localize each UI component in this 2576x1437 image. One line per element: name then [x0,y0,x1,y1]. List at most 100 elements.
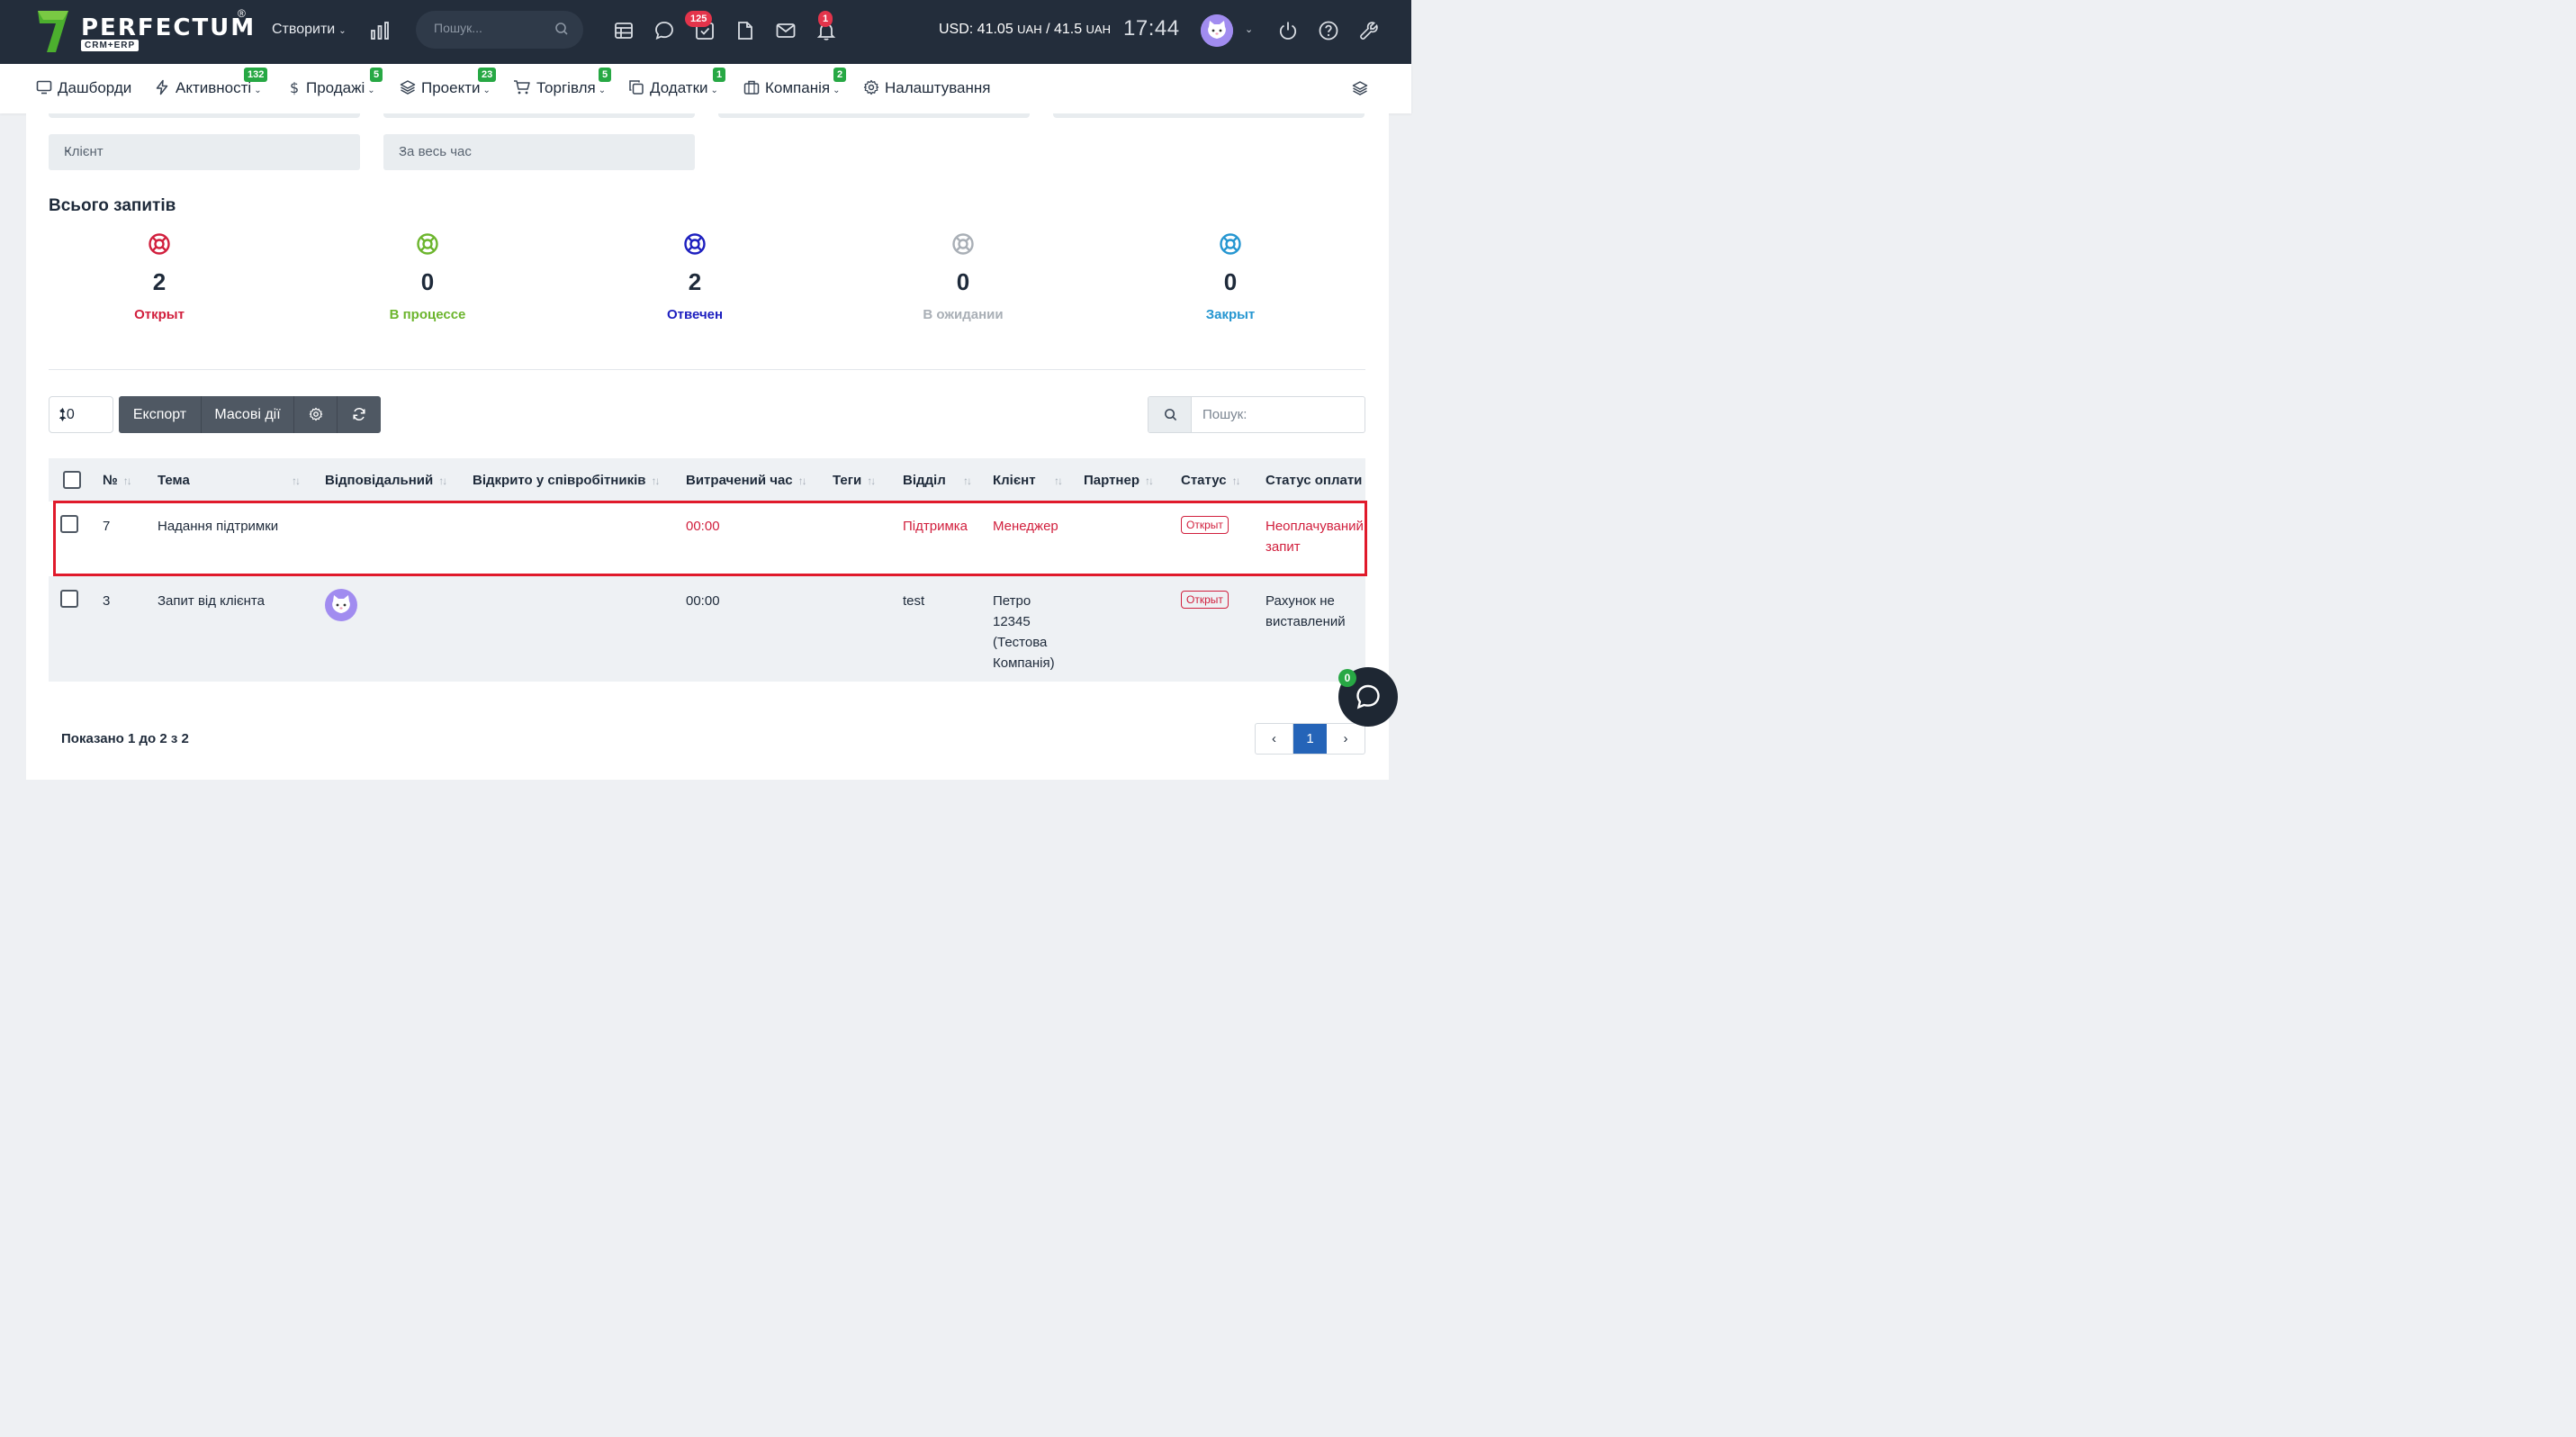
global-search[interactable] [416,11,583,49]
filter-select-partial[interactable] [1053,113,1365,118]
perfectum-logo[interactable]: PERFECTUM ® CRM+ERP [36,7,254,56]
client-link[interactable]: Петро 12345 (Тестова Компанія) [993,591,1055,673]
table-actions-group: Експорт Масові дії [119,396,381,433]
payment-status-line: виставлений [1265,614,1346,629]
nav-item-projects[interactable]: Проекти ⌄ [400,79,491,97]
nav-item-label: Продажі [306,79,365,96]
nav-item-label: Торгівля [536,79,596,96]
user-avatar[interactable] [1201,14,1233,47]
period-filter-select[interactable]: За весь час ⌄ [383,134,695,170]
row-checkbox[interactable] [60,515,78,533]
column-header-tags[interactable]: Теги ↑↓ [833,473,876,488]
layers-icon [400,80,416,95]
filter-select-partial[interactable] [718,113,1030,118]
column-header-time-spent[interactable]: Витрачений час ↑↓ [686,473,807,488]
column-header-open-for-employees[interactable]: Відкрито у співробітників ↑↓ [473,473,660,488]
column-header-department[interactable]: Відділ [903,473,946,488]
column-header-subject[interactable]: Тема [158,473,190,488]
chat-bubble-icon [1356,684,1380,709]
status-badge: Открыт [1181,591,1229,609]
nav-item-trade[interactable]: Торгівля ⌄ [513,79,606,97]
nav-item-addons[interactable]: Додатки ⌄ [628,79,718,97]
trade-count-badge: 5 [599,68,612,82]
column-header-responsible[interactable]: Відповідальний ↑↓ [325,473,447,488]
column-header-payment-status[interactable]: Статус оплати [1265,473,1362,488]
bar-chart-icon[interactable] [369,20,391,41]
ticket-subject-link[interactable]: Запит від клієнта [158,591,265,611]
create-label: Створити [272,22,336,37]
table-search-input[interactable] [1202,407,1356,422]
up-down-arrows-icon: ▲ ▼ [59,405,67,423]
sort-icon: ↑↓ [1145,474,1154,487]
column-header-number[interactable]: № ↑↓ [103,473,132,488]
client-link[interactable]: Менеджер [993,516,1058,537]
briefcase-icon [743,80,760,95]
select-all-checkbox[interactable] [63,471,81,489]
sort-icon[interactable]: ↑↓ [1054,474,1063,487]
column-header-client[interactable]: Клієнт [993,473,1036,488]
ticket-number[interactable]: 3 [103,591,110,611]
sort-icon[interactable]: ↑↓ [963,474,972,487]
lifebuoy-icon [1220,233,1241,255]
summary-title: Всього запитів [49,196,176,215]
pagination-info: Показано 1 до 2 з 2 [61,731,189,746]
currency-unit-1: UAH [1017,23,1042,36]
refresh-button[interactable] [338,396,381,433]
currency-unit-2: UAH [1085,23,1111,36]
stat-closed[interactable]: 0 Закрыт [1140,232,1320,322]
payment-status-line: Неоплачуваний [1265,519,1364,534]
user-menu-chevron-icon[interactable]: ⌄ [1245,23,1253,35]
calendar-grid-icon[interactable] [613,20,635,41]
nav-item-company[interactable]: Компанія ⌄ [743,79,840,97]
mail-icon[interactable] [775,20,797,41]
export-button[interactable]: Експорт [119,396,202,433]
stat-in-progress[interactable]: 0 В процессе [338,232,518,322]
global-search-input[interactable] [434,21,551,35]
nav-item-dashboards[interactable]: Дашборди [36,79,131,97]
chevron-down-icon: ⌄ [367,86,375,95]
bulk-actions-button[interactable]: Масові дії [202,396,294,433]
row-checkbox[interactable] [60,590,78,608]
activities-count-badge: 132 [244,68,268,82]
nav-item-activities[interactable]: Активності ⌄ [154,79,262,97]
stat-open[interactable]: 2 Открыт [69,232,249,322]
stat-pending[interactable]: 0 В ожидании [873,232,1053,322]
column-header-status[interactable]: Статус ↑↓ [1181,473,1241,488]
monitor-icon [36,80,52,95]
search-icon[interactable] [554,22,569,36]
create-menu-button[interactable]: Створити ⌄ [272,22,347,38]
table-search-button[interactable] [1148,397,1192,432]
lifebuoy-icon [417,233,438,255]
stat-answered[interactable]: 2 Отвечен [605,232,785,322]
column-header-partner[interactable]: Партнер ↑↓ [1084,473,1154,488]
cart-icon [514,80,530,95]
table-row[interactable]: 3 Запит від клієнта 00:00 test Петро 123… [49,576,1365,682]
top-bar: PERFECTUM ® CRM+ERP Створити⌄ 125 [0,0,1411,64]
responsible-avatar[interactable] [325,589,357,621]
table-settings-button[interactable] [294,396,338,433]
nav-item-sales[interactable]: $ Продажі ⌄ [288,79,375,97]
stat-value: 0 [420,268,435,295]
client-filter-select[interactable]: Клієнт ⌄ [49,134,360,170]
table-search[interactable] [1148,396,1365,433]
wrench-icon[interactable] [1358,20,1380,41]
chat-bubble-icon[interactable] [653,20,675,41]
document-icon[interactable] [734,20,756,41]
prev-page-button[interactable]: ‹ [1256,724,1293,754]
sort-icon[interactable]: ↑↓ [292,474,301,487]
layers-toggle-icon[interactable] [1352,80,1368,96]
power-icon[interactable] [1277,20,1299,41]
payment-status: Рахунок не виставлений [1265,591,1346,632]
lightning-icon [156,79,168,95]
filter-select-partial[interactable] [383,113,695,118]
page-button-1[interactable]: 1 [1293,724,1327,754]
filter-select-partial[interactable] [49,113,360,118]
ticket-number[interactable]: 7 [103,516,110,537]
next-page-button[interactable]: › [1327,724,1365,754]
help-icon[interactable] [1318,20,1339,41]
ticket-subject-link[interactable]: Надання підтримки [158,516,278,537]
table-row[interactable]: 7 Надання підтримки 00:00 Підтримка Мене… [49,502,1365,576]
payment-status-line: запит [1265,539,1301,555]
nav-item-settings[interactable]: Налаштування [863,79,991,97]
page-length-select[interactable]: 10 ▲ ▼ [49,396,113,433]
